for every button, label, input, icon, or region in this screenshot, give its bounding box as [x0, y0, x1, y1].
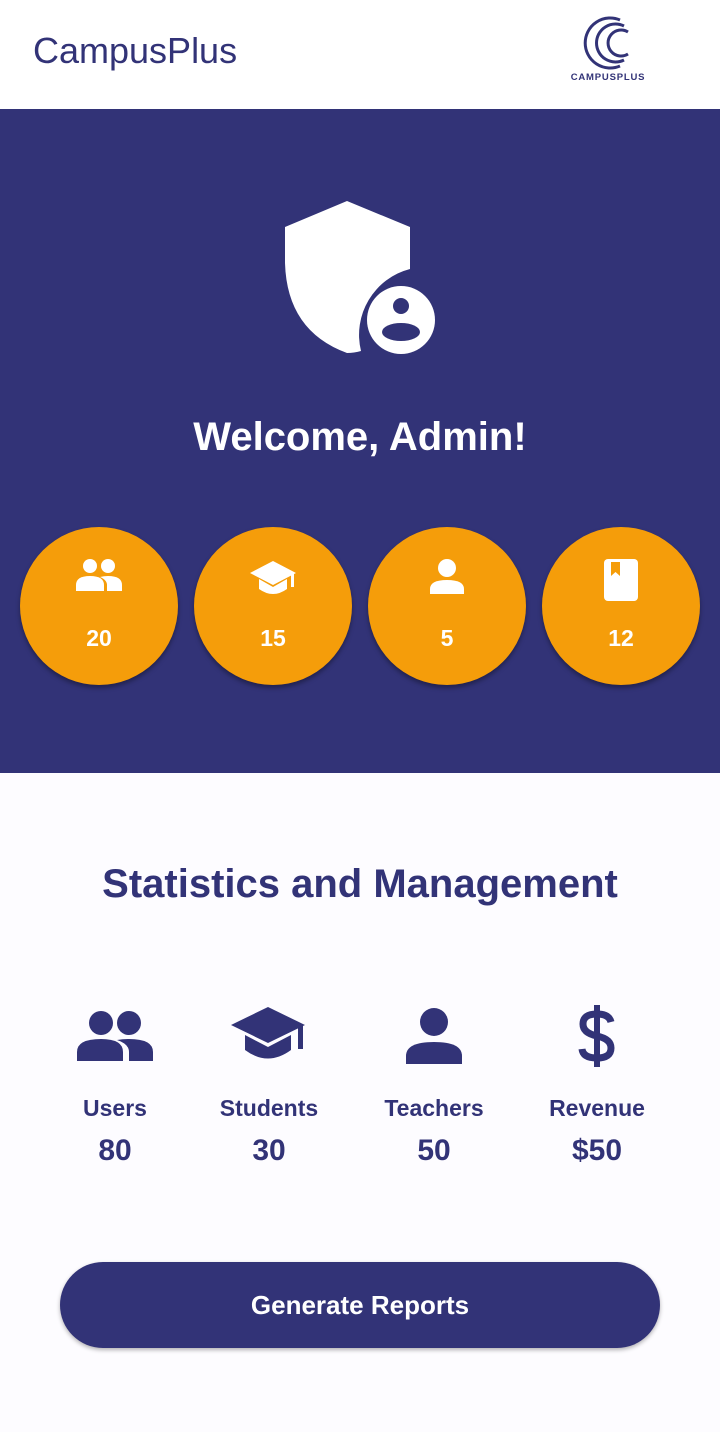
generate-reports-button[interactable]: Generate Reports — [60, 1262, 660, 1348]
person-icon — [430, 559, 464, 594]
app-bar: CampusPlus CAMPUSPLUS — [0, 0, 720, 109]
users-count: 20 — [86, 625, 112, 651]
graduation-cap-icon — [231, 1007, 305, 1059]
stat-revenue: Revenue $50 — [532, 1000, 662, 1180]
teachers-counter[interactable]: 5 — [368, 527, 526, 685]
stat-students: Students 30 — [204, 1000, 334, 1180]
students-count: 15 — [260, 625, 286, 651]
logo-text: CAMPUSPLUS — [570, 72, 646, 83]
welcome-heading: Welcome, Admin! — [193, 415, 527, 459]
stat-users-value: 80 — [98, 1134, 132, 1167]
person-icon — [406, 1008, 462, 1064]
book-icon — [604, 559, 638, 601]
stat-users: Users 80 — [50, 1000, 180, 1180]
teachers-count: 5 — [440, 625, 454, 651]
dollar-icon — [578, 1005, 615, 1067]
courses-counter[interactable]: 12 — [542, 527, 700, 685]
students-counter[interactable]: 15 — [194, 527, 352, 685]
stat-teachers-label: Teachers — [384, 1095, 484, 1121]
campusplus-logo: CAMPUSPLUS — [566, 14, 650, 86]
group-icon — [77, 1011, 153, 1061]
logo-mark-icon — [583, 16, 629, 70]
app-title: CampusPlus — [33, 30, 238, 71]
stat-revenue-label: Revenue — [549, 1095, 645, 1121]
welcome-banner: Welcome, Admin! 20 15 5 12 — [0, 109, 720, 773]
stat-students-value: 30 — [252, 1134, 286, 1167]
stat-teachers-value: 50 — [417, 1134, 451, 1167]
group-icon — [76, 559, 122, 591]
users-counter[interactable]: 20 — [20, 527, 178, 685]
stat-revenue-value: $50 — [571, 1134, 623, 1167]
stat-users-label: Users — [83, 1095, 147, 1121]
graduation-cap-icon — [250, 561, 296, 594]
admin-shield-icon — [284, 201, 438, 360]
stat-students-label: Students — [219, 1095, 319, 1121]
statistics-title: Statistics and Management — [102, 862, 618, 906]
stat-teachers: Teachers 50 — [369, 1000, 499, 1180]
courses-count: 12 — [608, 625, 634, 651]
